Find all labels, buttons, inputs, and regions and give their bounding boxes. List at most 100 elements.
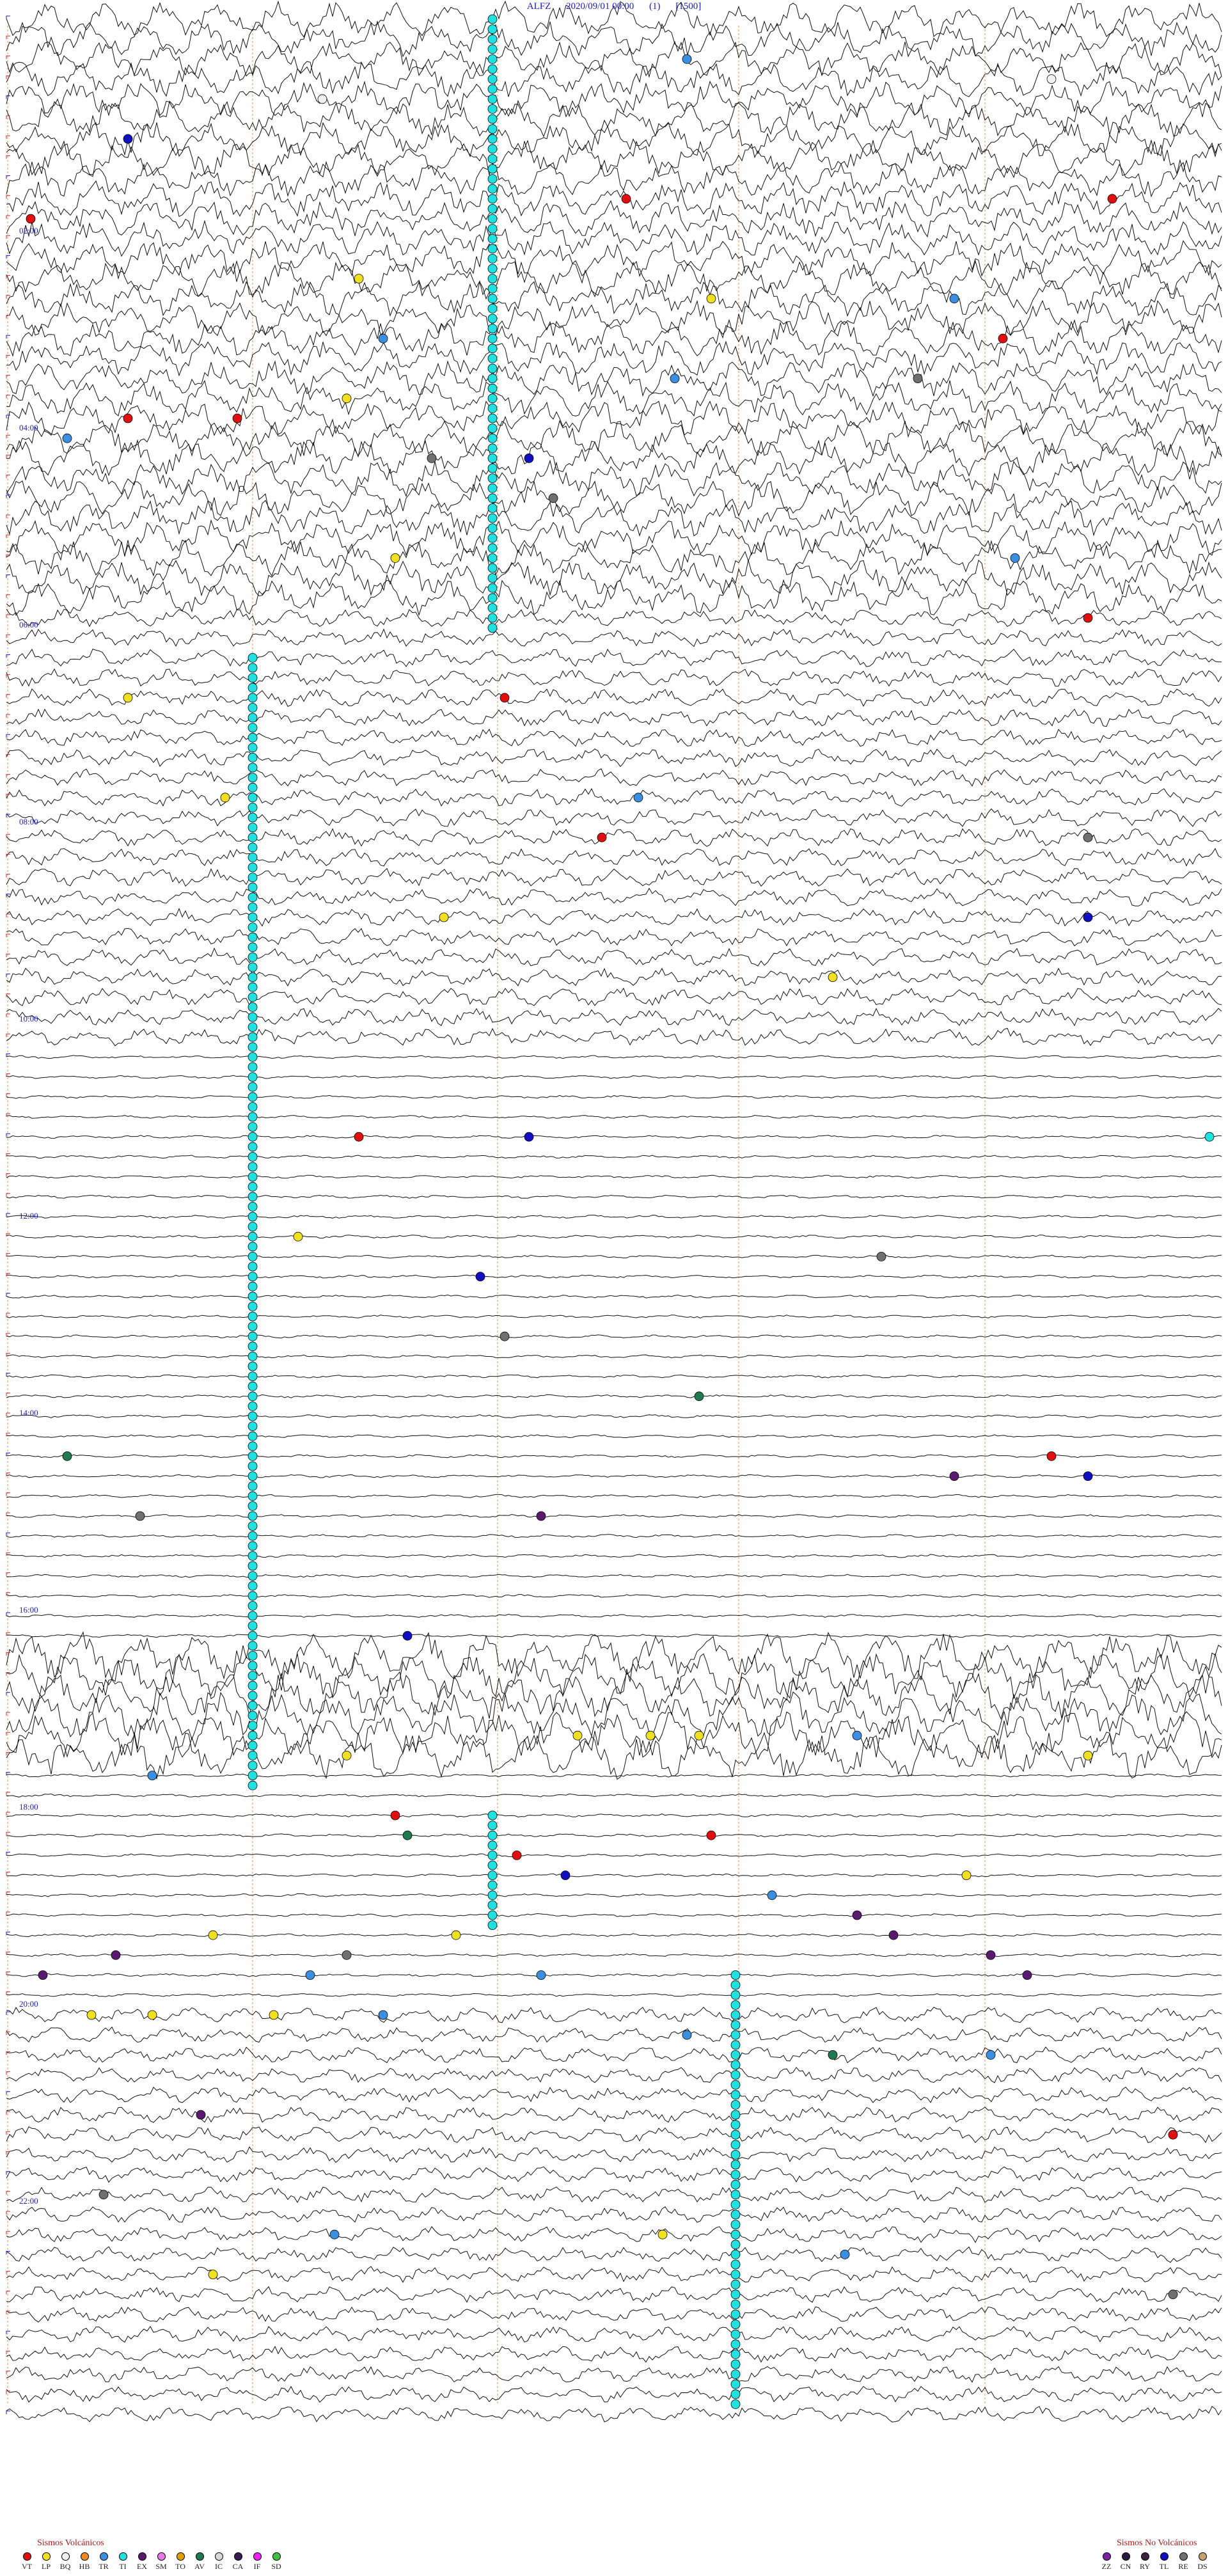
tremor-marker bbox=[248, 1511, 258, 1521]
row-start-tick bbox=[6, 135, 10, 139]
tremor-marker bbox=[487, 623, 498, 633]
legend-volcanic-items: VT LP BQ HB TR TI EX SM TO AV IC CA IF SD bbox=[19, 2552, 284, 2572]
event-marker bbox=[1204, 1132, 1215, 1142]
row-start-tick bbox=[6, 1412, 10, 1416]
trace-row bbox=[6, 161, 1222, 198]
trace-row bbox=[6, 1913, 1222, 1917]
tremor-marker bbox=[248, 1700, 258, 1711]
row-start-tick bbox=[6, 1133, 10, 1137]
legend-item: IF bbox=[249, 2552, 265, 2572]
tremor-marker bbox=[487, 423, 498, 433]
tremor-marker bbox=[248, 1042, 258, 1052]
tremor-marker bbox=[248, 1611, 258, 1621]
legend-dot bbox=[214, 2552, 223, 2561]
event-marker bbox=[269, 2010, 279, 2020]
event-marker bbox=[670, 374, 680, 383]
trace-row bbox=[6, 1634, 1222, 1638]
time-marker-lines bbox=[7, 26, 986, 2405]
event-marker bbox=[998, 333, 1008, 344]
tremor-marker bbox=[487, 224, 498, 234]
tremor-marker bbox=[487, 1890, 498, 1900]
event-marker bbox=[682, 54, 692, 64]
event-marker bbox=[123, 693, 133, 703]
event-marker bbox=[1083, 912, 1093, 922]
tremor-marker bbox=[730, 1990, 741, 2000]
legend-code: DS bbox=[1197, 2562, 1208, 2571]
tremor-marker bbox=[248, 1331, 258, 1341]
tremor-marker bbox=[487, 264, 498, 274]
tremor-marker bbox=[248, 1281, 258, 1292]
event-marker bbox=[512, 1850, 522, 1860]
tremor-marker bbox=[248, 1461, 258, 1471]
tremor-marker bbox=[487, 354, 498, 363]
row-start-tick bbox=[6, 774, 10, 778]
tremor-marker bbox=[248, 873, 258, 882]
event-marker bbox=[342, 1950, 352, 1960]
legend-item: TI bbox=[115, 2552, 130, 2572]
row-start-tick bbox=[6, 853, 10, 858]
tremor-marker bbox=[487, 493, 498, 503]
legend-code: IF bbox=[253, 2562, 261, 2571]
event-marker bbox=[840, 2249, 850, 2259]
tremor-marker bbox=[730, 2309, 741, 2319]
tremor-marker bbox=[487, 393, 498, 404]
tremor-marker bbox=[248, 1222, 258, 1231]
legend-code: ZZ bbox=[1101, 2562, 1112, 2571]
tremor-marker bbox=[730, 2050, 741, 2060]
trace-row bbox=[6, 1374, 1222, 1379]
tremor-marker bbox=[248, 803, 258, 812]
tremor-marker bbox=[248, 1391, 258, 1402]
trace-row bbox=[6, 2326, 1222, 2343]
tremor-marker bbox=[730, 2040, 741, 2050]
tremor-marker bbox=[487, 124, 498, 134]
event-marker bbox=[220, 793, 230, 803]
row-start-tick bbox=[6, 1872, 10, 1876]
tremor-marker bbox=[487, 54, 498, 64]
trace-row bbox=[6, 2286, 1222, 2303]
tremor-marker bbox=[487, 313, 498, 324]
trace-row bbox=[6, 668, 1222, 687]
tremor-marker bbox=[730, 2110, 741, 2120]
trace-row bbox=[6, 808, 1222, 827]
tremor-marker bbox=[248, 1012, 258, 1022]
tremor-marker bbox=[487, 294, 498, 304]
trace-row bbox=[6, 20, 1222, 58]
legend-dot bbox=[157, 2552, 166, 2561]
legend-code: TI bbox=[119, 2562, 127, 2571]
tremor-marker bbox=[487, 523, 498, 533]
row-start-tick bbox=[6, 155, 10, 159]
tremor-marker bbox=[730, 2399, 741, 2409]
row-start-tick bbox=[6, 1153, 10, 1157]
event-marker bbox=[500, 693, 510, 703]
event-marker bbox=[524, 454, 534, 463]
tremor-marker bbox=[487, 1821, 498, 1831]
event-marker bbox=[876, 1252, 886, 1261]
trace-row bbox=[6, 2146, 1222, 2163]
tremor-marker bbox=[248, 1192, 258, 1202]
legend-code: TR bbox=[98, 2562, 109, 2571]
tremor-marker bbox=[248, 1711, 258, 1721]
hour-label: 18:00 bbox=[19, 1802, 38, 1812]
trace-row bbox=[6, 1793, 1222, 1798]
event-marker bbox=[706, 1830, 716, 1840]
tremor-marker bbox=[487, 104, 498, 114]
tremor-marker bbox=[248, 1172, 258, 1181]
tremor-marker bbox=[487, 573, 498, 583]
tremor-marker bbox=[248, 903, 258, 912]
row-start-tick bbox=[6, 654, 10, 658]
event-marker bbox=[123, 413, 133, 423]
event-marker bbox=[402, 1631, 413, 1641]
event-marker bbox=[913, 374, 923, 383]
tremor-marker bbox=[248, 1311, 258, 1322]
trace-row bbox=[6, 2007, 1222, 2024]
hour-label: 16:00 bbox=[19, 1605, 38, 1615]
event-marker bbox=[949, 1471, 959, 1482]
event-marker bbox=[767, 1890, 777, 1900]
event-marker bbox=[633, 793, 643, 803]
row-start-tick bbox=[6, 1831, 10, 1836]
trace-row bbox=[6, 1274, 1222, 1279]
event-marker bbox=[645, 1730, 656, 1741]
event-marker bbox=[475, 1272, 485, 1281]
tremor-marker bbox=[487, 533, 498, 543]
tremor-marker bbox=[248, 1072, 258, 1082]
